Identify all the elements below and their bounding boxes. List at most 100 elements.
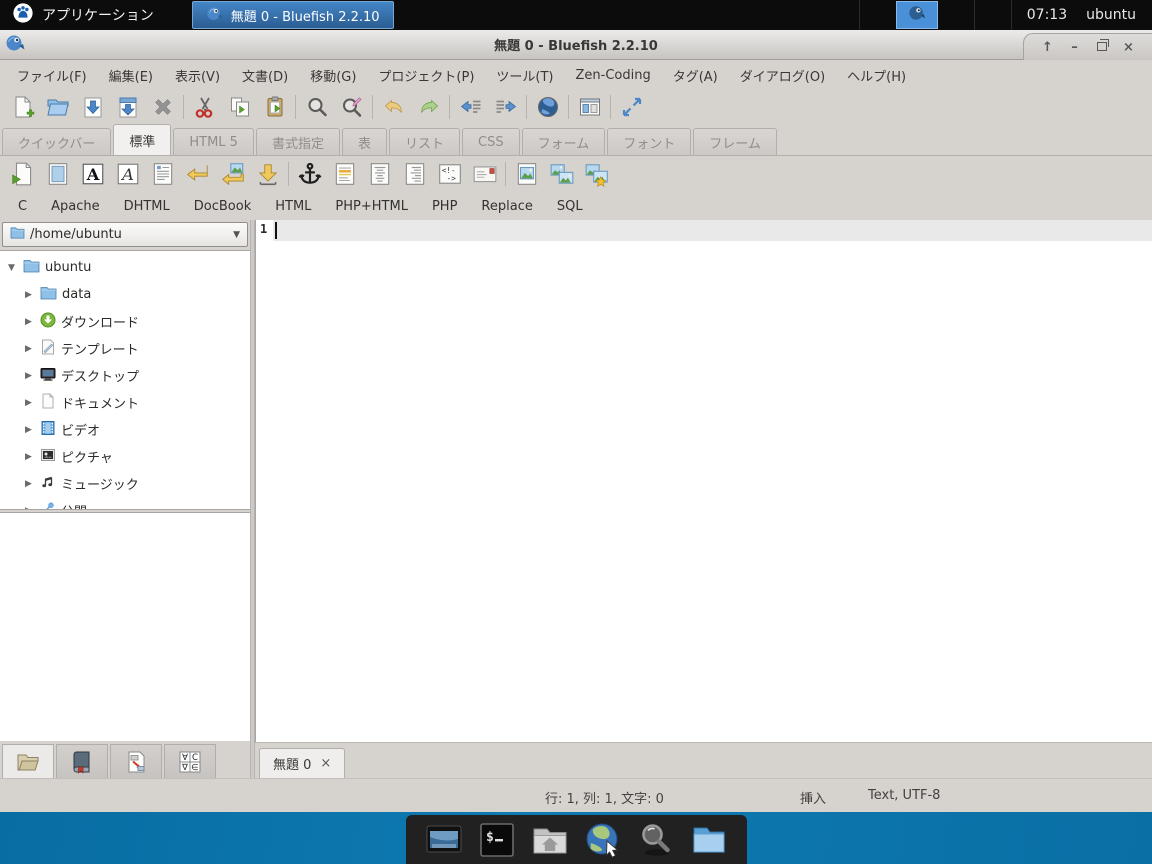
- menu-dialogs[interactable]: ダイアログ(O): [729, 61, 836, 90]
- web-browser-button[interactable]: [581, 818, 625, 862]
- tree-item-ubuntu[interactable]: ▼ ubuntu: [0, 254, 250, 281]
- close-file-button[interactable]: [145, 92, 180, 122]
- tab-snippets[interactable]: [110, 744, 162, 778]
- applications-menu-button[interactable]: アプリケーション: [0, 0, 166, 30]
- body-button[interactable]: [40, 159, 75, 189]
- lang-apache[interactable]: Apache: [39, 199, 112, 214]
- minimize-button[interactable]: –: [1061, 40, 1088, 55]
- tree-item-desktop[interactable]: ▶ デスクトップ: [0, 362, 250, 389]
- tab-formatting[interactable]: 書式指定: [255, 128, 340, 155]
- tab-close-icon[interactable]: ×: [320, 756, 331, 771]
- unindent-button[interactable]: [453, 92, 488, 122]
- expander-open-icon[interactable]: ▼: [5, 263, 18, 273]
- open-button[interactable]: [40, 92, 75, 122]
- undo-button[interactable]: [376, 92, 411, 122]
- maximize-button[interactable]: [1088, 38, 1115, 55]
- search-button[interactable]: [634, 818, 678, 862]
- menu-zencoding[interactable]: Zen-Coding: [564, 63, 661, 88]
- menu-edit[interactable]: 編集(E): [98, 61, 164, 90]
- menu-tools[interactable]: ツール(T): [485, 61, 564, 90]
- find-button[interactable]: [299, 92, 334, 122]
- lang-docbook[interactable]: DocBook: [182, 199, 263, 214]
- tab-bookmarks[interactable]: [56, 744, 108, 778]
- session-user-menu[interactable]: ubuntu: [1082, 0, 1152, 30]
- tab-form[interactable]: フォーム: [521, 128, 606, 155]
- toggle-panel-button[interactable]: [572, 92, 607, 122]
- email-button[interactable]: [467, 159, 502, 189]
- tab-table[interactable]: 表: [341, 128, 387, 155]
- tree-item-data[interactable]: ▶ data: [0, 281, 250, 308]
- shade-button[interactable]: ↑: [1034, 40, 1061, 55]
- menu-tags[interactable]: タグ(A): [662, 61, 729, 90]
- tree-item-videos[interactable]: ▶ ビデオ: [0, 416, 250, 443]
- rule-button[interactable]: [327, 159, 362, 189]
- text-editor[interactable]: 1: [255, 220, 1152, 742]
- break-button[interactable]: [180, 159, 215, 189]
- show-desktop-button[interactable]: [422, 818, 466, 862]
- lang-dhtml[interactable]: DHTML: [112, 199, 182, 214]
- document-tab-untitled[interactable]: 無題 0 ×: [259, 748, 346, 778]
- taskbar-window-button[interactable]: 無題 0 - Bluefish 2.2.10: [191, 1, 394, 29]
- lang-php-html[interactable]: PHP+HTML: [323, 199, 420, 214]
- quickstart-button[interactable]: [5, 159, 40, 189]
- save-button[interactable]: [75, 92, 110, 122]
- non-breaking-space-button[interactable]: [250, 159, 285, 189]
- menu-view[interactable]: 表示(V): [164, 61, 231, 90]
- italic-button[interactable]: A: [110, 159, 145, 189]
- tab-css[interactable]: CSS: [462, 128, 520, 155]
- expander-closed-icon[interactable]: ▶: [22, 371, 35, 381]
- menu-file[interactable]: ファイル(F): [6, 61, 98, 90]
- tab-frame[interactable]: フレーム: [693, 128, 777, 155]
- expander-closed-icon[interactable]: ▶: [22, 398, 35, 408]
- tab-character-map[interactable]: ∀ C ∇ ∈: [164, 744, 216, 778]
- redo-button[interactable]: [411, 92, 446, 122]
- menu-project[interactable]: プロジェクト(P): [367, 61, 485, 90]
- expander-closed-icon[interactable]: ▶: [22, 290, 35, 300]
- menu-go[interactable]: 移動(G): [299, 61, 367, 90]
- tab-file-browser[interactable]: [2, 744, 54, 778]
- view-in-browser-button[interactable]: [530, 92, 565, 122]
- indent-button[interactable]: [488, 92, 523, 122]
- tree-item-downloads[interactable]: ▶ ダウンロード: [0, 308, 250, 335]
- tray-bluefish-button[interactable]: [895, 1, 938, 29]
- copy-button[interactable]: [222, 92, 257, 122]
- break-and-clear-button[interactable]: [215, 159, 250, 189]
- lang-sql[interactable]: SQL: [545, 199, 595, 214]
- window-titlebar[interactable]: 無題 0 - Bluefish 2.2.10 ↑ – ×: [0, 30, 1152, 60]
- tab-quickbar[interactable]: クイックバー: [2, 128, 112, 155]
- tree-item-documents[interactable]: ▶ ドキュメント: [0, 389, 250, 416]
- lang-replace[interactable]: Replace: [469, 199, 544, 214]
- save-as-button[interactable]: [110, 92, 145, 122]
- menu-help[interactable]: ヘルプ(H): [836, 61, 917, 90]
- anchor-button[interactable]: [292, 159, 327, 189]
- close-button[interactable]: ×: [1115, 40, 1142, 55]
- expander-closed-icon[interactable]: ▶: [22, 425, 35, 435]
- tab-standard[interactable]: 標準: [113, 124, 172, 155]
- file-list-pane[interactable]: [0, 512, 250, 741]
- terminal-button[interactable]: $: [475, 818, 519, 862]
- tree-item-public[interactable]: ▶ 公開: [0, 497, 250, 510]
- expander-closed-icon[interactable]: ▶: [22, 479, 35, 489]
- menu-document[interactable]: 文書(D): [231, 61, 299, 90]
- home-folder-button[interactable]: [528, 818, 572, 862]
- bold-button[interactable]: A: [75, 159, 110, 189]
- insert-image-button[interactable]: [509, 159, 544, 189]
- tab-font[interactable]: フォント: [607, 128, 692, 155]
- directory-combo[interactable]: /home/ubuntu ▼: [2, 222, 248, 247]
- center-button[interactable]: [362, 159, 397, 189]
- expander-closed-icon[interactable]: ▶: [22, 344, 35, 354]
- tab-list[interactable]: リスト: [389, 128, 461, 155]
- expander-closed-icon[interactable]: ▶: [22, 452, 35, 462]
- expander-closed-icon[interactable]: ▶: [22, 317, 35, 327]
- file-manager-button[interactable]: [687, 818, 731, 862]
- new-document-button[interactable]: [5, 92, 40, 122]
- cut-button[interactable]: [187, 92, 222, 122]
- tab-html5[interactable]: HTML 5: [173, 128, 254, 155]
- tree-item-music[interactable]: ▶ ミュージック: [0, 470, 250, 497]
- lang-c[interactable]: C: [6, 199, 39, 214]
- tree-item-templates[interactable]: ▶ テンプレート: [0, 335, 250, 362]
- lang-php[interactable]: PHP: [420, 199, 469, 214]
- comment-button[interactable]: <!- ->: [432, 159, 467, 189]
- expander-closed-icon[interactable]: ▶: [22, 506, 35, 510]
- paste-button[interactable]: [257, 92, 292, 122]
